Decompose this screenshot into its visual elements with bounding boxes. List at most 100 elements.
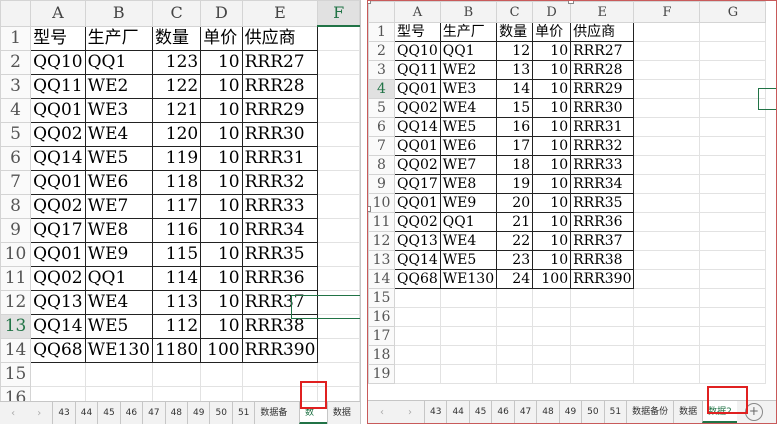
cell-g15[interactable] (699, 288, 767, 308)
next-sheet-icon[interactable]: › (26, 408, 52, 419)
cell-a12[interactable]: QQ13 (394, 231, 441, 251)
cell-c7[interactable]: 118 (151, 170, 202, 195)
cell-e9[interactable]: RRR34 (570, 174, 635, 194)
sheet-tab[interactable]: 数据 (673, 401, 702, 423)
cell-c5[interactable]: 15 (496, 98, 534, 118)
cell-f15[interactable] (633, 288, 701, 308)
cell-b7[interactable]: WE6 (84, 170, 153, 195)
cell-b3[interactable]: WE2 (84, 74, 153, 99)
cell-e3[interactable]: RRR28 (570, 60, 635, 80)
cell-g5[interactable] (699, 98, 767, 118)
cell-b1[interactable]: 生产厂 (84, 25, 153, 51)
cell-d9[interactable]: 10 (532, 174, 572, 194)
cell-b19[interactable] (439, 364, 498, 384)
resize-handle[interactable] (368, 206, 371, 212)
cell-f5[interactable] (317, 122, 360, 147)
cell-d16[interactable] (532, 307, 572, 327)
cell-a1[interactable]: 型号 (30, 25, 86, 51)
sheet-tab[interactable]: 44 (74, 402, 97, 424)
cell-c3[interactable]: 122 (151, 74, 202, 99)
cell-d10[interactable]: 10 (200, 242, 243, 267)
cell-a1[interactable]: 型号 (394, 22, 441, 42)
row-header[interactable]: 2 (368, 41, 395, 61)
cell-f10[interactable] (317, 242, 360, 267)
cell-c14[interactable]: 1180 (151, 338, 202, 363)
cell-f12[interactable] (317, 290, 360, 315)
cell-e4[interactable]: RRR29 (241, 98, 319, 123)
row-header[interactable]: 15 (368, 288, 395, 308)
cell-a13[interactable]: QQ14 (30, 314, 86, 339)
cell-e2[interactable]: RRR27 (241, 50, 319, 75)
cell-b3[interactable]: WE2 (439, 60, 498, 80)
cell-b17[interactable] (439, 326, 498, 346)
column-header-c[interactable]: C (151, 0, 202, 27)
column-header-f[interactable]: F (633, 1, 701, 23)
sheet-tab[interactable]: 43 (424, 401, 446, 423)
row-header[interactable]: 6 (368, 117, 395, 137)
cell-a16[interactable] (394, 307, 441, 327)
cell-b15[interactable] (439, 288, 498, 308)
cell-f11[interactable] (317, 266, 360, 291)
cell-d13[interactable]: 10 (532, 250, 572, 270)
sheet-tab[interactable]: 49 (187, 402, 209, 424)
cell-f1[interactable] (633, 22, 701, 42)
row-header[interactable]: 18 (368, 345, 395, 365)
cell-e6[interactable]: RRR31 (570, 117, 635, 137)
row-header[interactable]: 12 (0, 290, 32, 315)
sheet-tab[interactable]: 51 (231, 402, 254, 424)
cell-d17[interactable] (532, 326, 572, 346)
cell-d5[interactable]: 10 (200, 122, 243, 147)
cell-e16[interactable] (570, 307, 635, 327)
cell-a9[interactable]: QQ17 (30, 218, 86, 243)
cell-b10[interactable]: WE9 (439, 193, 498, 213)
row-header[interactable]: 4 (368, 79, 395, 99)
cell-d3[interactable]: 10 (200, 74, 243, 99)
column-header-a[interactable]: A (30, 0, 86, 27)
row-header[interactable]: 17 (368, 326, 395, 346)
cell-d10[interactable]: 10 (532, 193, 572, 213)
cell-g7[interactable] (699, 136, 767, 156)
column-header-a[interactable]: A (394, 1, 441, 23)
cell-f9[interactable] (317, 218, 360, 243)
cell-g18[interactable] (699, 345, 767, 365)
cell-b16[interactable] (439, 307, 498, 327)
cell-b4[interactable]: WE3 (439, 79, 498, 99)
row-header[interactable]: 9 (368, 174, 395, 194)
cell-f7[interactable] (317, 170, 360, 195)
sheet-tab[interactable]: 48 (536, 401, 558, 423)
cell-a5[interactable]: QQ02 (30, 122, 86, 147)
row-header[interactable]: 14 (0, 338, 32, 363)
select-all-corner[interactable] (0, 0, 32, 27)
cell-b9[interactable]: WE8 (439, 174, 498, 194)
row-header[interactable]: 19 (368, 364, 395, 384)
cell-g2[interactable] (699, 41, 767, 61)
cell-g6[interactable] (699, 117, 767, 137)
cell-d7[interactable]: 10 (532, 136, 572, 156)
cell-e10[interactable]: RRR35 (241, 242, 319, 267)
cell-e9[interactable]: RRR34 (241, 218, 319, 243)
cell-g9[interactable] (699, 174, 767, 194)
cell-e1[interactable]: 供应商 (570, 22, 635, 42)
cell-e12[interactable]: RRR37 (570, 231, 635, 251)
cell-e11[interactable]: RRR36 (241, 266, 319, 291)
row-header[interactable]: 10 (368, 193, 395, 213)
sheet-tab[interactable]: 51 (603, 401, 626, 423)
sheet-tab[interactable]: 44 (446, 401, 468, 423)
cell-b7[interactable]: WE6 (439, 136, 498, 156)
cell-c5[interactable]: 120 (151, 122, 202, 147)
cell-e2[interactable]: RRR27 (570, 41, 635, 61)
row-header[interactable]: 8 (0, 194, 32, 219)
cell-d15[interactable] (532, 288, 572, 308)
cell-f14[interactable] (633, 269, 701, 289)
cell-c9[interactable]: 19 (496, 174, 534, 194)
cell-b4[interactable]: WE3 (84, 98, 153, 123)
cell-c9[interactable]: 116 (151, 218, 202, 243)
column-header-e[interactable]: E (570, 1, 635, 23)
sheet-tab[interactable]: 46 (119, 402, 142, 424)
cell-c14[interactable]: 24 (496, 269, 534, 289)
prev-sheet-icon[interactable]: ‹ (368, 407, 396, 418)
cell-b12[interactable]: WE4 (439, 231, 498, 251)
cell-b18[interactable] (439, 345, 498, 365)
cell-d4[interactable]: 10 (532, 79, 572, 99)
cell-c17[interactable] (496, 326, 534, 346)
